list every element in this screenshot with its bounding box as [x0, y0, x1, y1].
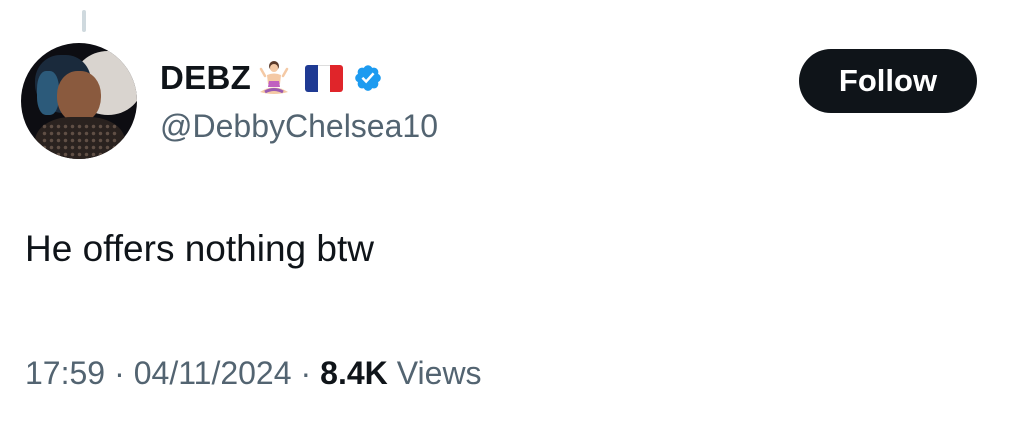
author-handle[interactable]: @DebbyChelsea10 [160, 108, 438, 145]
tweet-time[interactable]: 17:59 [25, 355, 105, 392]
tweet-text: He offers nothing btw [25, 228, 374, 269]
follow-button[interactable]: Follow [799, 49, 977, 113]
verified-badge-icon [355, 65, 381, 91]
views-label: Views [396, 355, 482, 391]
author-name-row: DEBZ [160, 58, 383, 98]
woman-in-lotus-position-icon [259, 61, 289, 94]
separator-dot: · [114, 355, 125, 391]
france-flag-icon [305, 64, 344, 92]
tweet-date[interactable]: 04/11/2024 [134, 355, 292, 392]
separator-dot: · [300, 355, 312, 391]
avatar[interactable] [21, 43, 137, 159]
views-count[interactable]: 8.4K [320, 355, 388, 392]
tweet-metadata: 17:59 · 04/11/2024 · 8.4K Views [25, 355, 482, 392]
thread-connector-line [82, 10, 86, 32]
author-display-name[interactable]: DEBZ [160, 59, 251, 97]
